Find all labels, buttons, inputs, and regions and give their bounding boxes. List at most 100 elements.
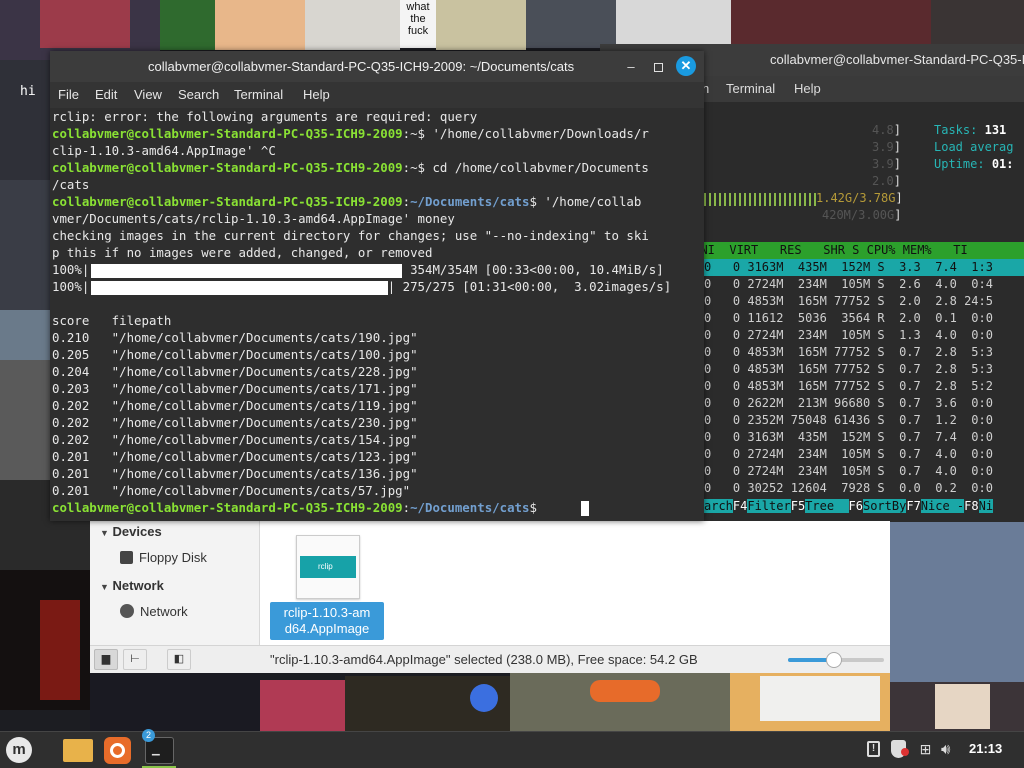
htop-process-row[interactable]: 0 0 30252 12604 7928 S 0.0 0.2 0:0	[704, 480, 993, 497]
progress-bar-download	[91, 264, 402, 278]
wallpaper-tile	[931, 0, 1024, 44]
progress-bar-indexing	[91, 281, 388, 295]
htop-fkey-label[interactable]: Ni	[978, 499, 994, 513]
terminal-line: collabvmer@collabvmer-Standard-PC-Q35-IC…	[52, 159, 649, 176]
network-icon[interactable]: ⊞	[917, 741, 934, 758]
htop-process-row[interactable]: 0 0 2622M 213M 96680 S 0.7 3.6 0:0	[704, 395, 993, 412]
menu-view[interactable]: View	[134, 82, 162, 108]
terminal-titlebar[interactable]: collabvmer@collabvmer-Standard-PC-Q35-IC…	[50, 51, 704, 82]
terminal-text: 0.205 "/home/collabvmer/Documents/cats/1…	[52, 347, 418, 362]
htop-process-row[interactable]: 0 0 11612 5036 3564 R 2.0 0.1 0:0	[704, 310, 993, 327]
htop-fkey[interactable]: F8	[964, 499, 978, 513]
terminal-text: 0.201 "/home/collabvmer/Documents/cats/1…	[52, 449, 418, 464]
htop-process-row[interactable]: 0 0 3163M 435M 152M S 0.7 7.4 0:0	[704, 429, 993, 446]
menu-edit[interactable]: Edit	[95, 82, 117, 108]
terminal-text: p this if no images were added, changed,…	[52, 245, 433, 260]
menu-search[interactable]: Search	[178, 82, 219, 108]
wallpaper-tile	[0, 360, 50, 480]
files-folder-icon[interactable]	[63, 739, 93, 762]
htop-fkey-label[interactable]: arch	[704, 499, 733, 513]
prompt-user-host: collabvmer@collabvmer-Standard-PC-Q35-IC…	[52, 500, 403, 515]
wallpaper-tile	[0, 310, 50, 360]
maximize-button[interactable]	[647, 51, 669, 82]
meter-cpu3: 3.9]	[872, 157, 901, 171]
update-icon[interactable]: !	[867, 741, 880, 757]
minimize-button[interactable]: –	[620, 51, 642, 82]
menu-help[interactable]: Help	[303, 82, 330, 108]
htop-process-row[interactable]: 0 0 3163M 435M 152M S 3.3 7.4 1:3	[704, 259, 1024, 276]
wallpaper-tile	[0, 180, 50, 310]
terminal-output[interactable]: collabvmer@collabvmer-Standard-PC-Q35-IC…	[50, 108, 704, 521]
appimage-thumbnail: rclip	[296, 535, 360, 599]
htop-fkey-label[interactable]: Filter	[747, 499, 791, 513]
htop-process-row[interactable]: 0 0 2724M 234M 105M S 0.7 4.0 0:0	[704, 446, 993, 463]
show-places-button[interactable]: ▆	[94, 649, 118, 670]
htop-process-row[interactable]: 0 0 4853M 165M 77752 S 0.7 2.8 5:2	[704, 378, 993, 395]
floppy-icon	[120, 551, 133, 564]
wallpaper-tile	[731, 0, 931, 44]
sidebar-item-network[interactable]: Network	[120, 604, 188, 619]
terminal-text: 0.201 "/home/collabvmer/Documents/cats/5…	[52, 483, 411, 498]
terminal-text: 0.202 "/home/collabvmer/Documents/cats/2…	[52, 415, 418, 430]
htop-process-row[interactable]: 0 0 2724M 234M 105M S 0.7 4.0 0:0	[704, 463, 993, 480]
htop-process-row[interactable]: 0 0 4853M 165M 77752 S 2.0 2.8 24:5	[704, 293, 993, 310]
file-manager-window[interactable]: ▼ Devices Floppy Disk ▼ Network Network …	[90, 521, 890, 673]
htop-fkey-label[interactable]: Nice -	[920, 499, 965, 513]
terminal-text: score filepath	[52, 313, 172, 328]
meter-cpu1: 4.8]	[872, 123, 901, 137]
terminal-line: score filepath	[52, 312, 171, 329]
htop-process-row[interactable]: 0 0 2352M 75048 61436 S 0.7 1.2 0:0	[704, 412, 993, 429]
volume-icon[interactable]: 🔊︎	[941, 740, 961, 760]
taskbar-panel: m ▁ 2 ! ⊞ 🔊︎ 21:13	[0, 729, 1024, 768]
htop-fkey[interactable]: F5	[791, 499, 805, 513]
htop-fkey[interactable]: F7	[906, 499, 920, 513]
wallpaper-tile	[305, 0, 400, 50]
file-manager-statusbar: ▆ ⊢ ◧ "rclip-1.10.3-amd64.AppImage" sele…	[90, 645, 890, 673]
meter-mem: 1.42G/3.78G]	[816, 191, 903, 205]
menu-terminal[interactable]: Terminal	[234, 82, 283, 108]
terminal-line: collabvmer@collabvmer-Standard-PC-Q35-IC…	[52, 499, 544, 516]
terminal-line: rclip: error: the following arguments ar…	[52, 108, 477, 125]
wallpaper-tile	[160, 0, 215, 50]
terminal-line: 0.202 "/home/collabvmer/Documents/cats/2…	[52, 414, 418, 431]
htop-fkey[interactable]: F6	[849, 499, 863, 513]
wallpaper-tile	[526, 0, 616, 48]
htop-fkey-label[interactable]: SortBy	[862, 499, 907, 513]
mint-menu-icon[interactable]: m	[6, 737, 32, 763]
terminal-window[interactable]: collabvmer@collabvmer-Standard-PC-Q35-IC…	[50, 51, 704, 521]
terminal-line: 0.210 "/home/collabvmer/Documents/cats/1…	[52, 329, 418, 346]
firefox-icon[interactable]	[104, 737, 131, 764]
menu-help[interactable]: Help	[794, 76, 821, 102]
menu-file[interactable]: File	[58, 82, 79, 108]
sidebar-item-floppy-disk[interactable]: Floppy Disk	[120, 550, 207, 565]
terminal-text: 0.202 "/home/collabvmer/Documents/cats/1…	[52, 398, 418, 413]
terminal-text: vmer/Documents/cats/rclip-1.10.3-amd64.A…	[52, 211, 455, 226]
text-cursor	[581, 501, 589, 516]
zoom-slider-handle[interactable]	[826, 652, 843, 668]
menu-terminal[interactable]: Terminal	[726, 76, 775, 102]
terminal-line: vmer/Documents/cats/rclip-1.10.3-amd64.A…	[52, 210, 455, 227]
htop-fkey[interactable]: F4	[733, 499, 747, 513]
terminal-line: 0.201 "/home/collabvmer/Documents/cats/1…	[52, 465, 418, 482]
clock[interactable]: 21:13	[969, 741, 1002, 756]
show-treeview-button[interactable]: ⊢	[123, 649, 147, 670]
htop-fkey-label[interactable]: Tree	[805, 499, 849, 513]
terminal-text: 0.210 "/home/collabvmer/Documents/cats/1…	[52, 330, 418, 345]
htop-process-row[interactable]: 0 0 4853M 165M 77752 S 0.7 2.8 5:3	[704, 361, 993, 378]
hide-sidebar-button[interactable]: ◧	[167, 649, 191, 670]
terminal-text: 0.201 "/home/collabvmer/Documents/cats/1…	[52, 466, 418, 481]
file-item-rclip-appimage[interactable]: rclip rclip-1.10.3-amd64.AppImage	[268, 531, 384, 641]
htop-process-row[interactable]: 0 0 4853M 165M 77752 S 0.7 2.8 5:3	[704, 344, 993, 361]
terminal-line: 0.204 "/home/collabvmer/Documents/cats/2…	[52, 363, 418, 380]
sidebar-section-devices[interactable]: ▼ Devices	[100, 524, 162, 539]
close-button[interactable]: ✕	[676, 56, 696, 76]
htop-process-row[interactable]: 0 0 2724M 234M 105M S 2.6 4.0 0:4	[704, 276, 993, 293]
wallpaper-tile	[90, 673, 260, 731]
zoom-slider-track[interactable]	[788, 652, 884, 668]
terminal-line: 0.203 "/home/collabvmer/Documents/cats/1…	[52, 380, 418, 397]
htop-process-row[interactable]: 0 0 2724M 234M 105M S 1.3 4.0 0:0	[704, 327, 993, 344]
htop-column-header[interactable]: NI VIRT RES SHR S CPU% MEM% TI	[686, 242, 1024, 259]
sidebar-section-network[interactable]: ▼ Network	[100, 578, 164, 593]
terminal-text: $	[529, 500, 545, 515]
file-name-label: rclip-1.10.3-amd64.AppImage	[270, 602, 384, 640]
